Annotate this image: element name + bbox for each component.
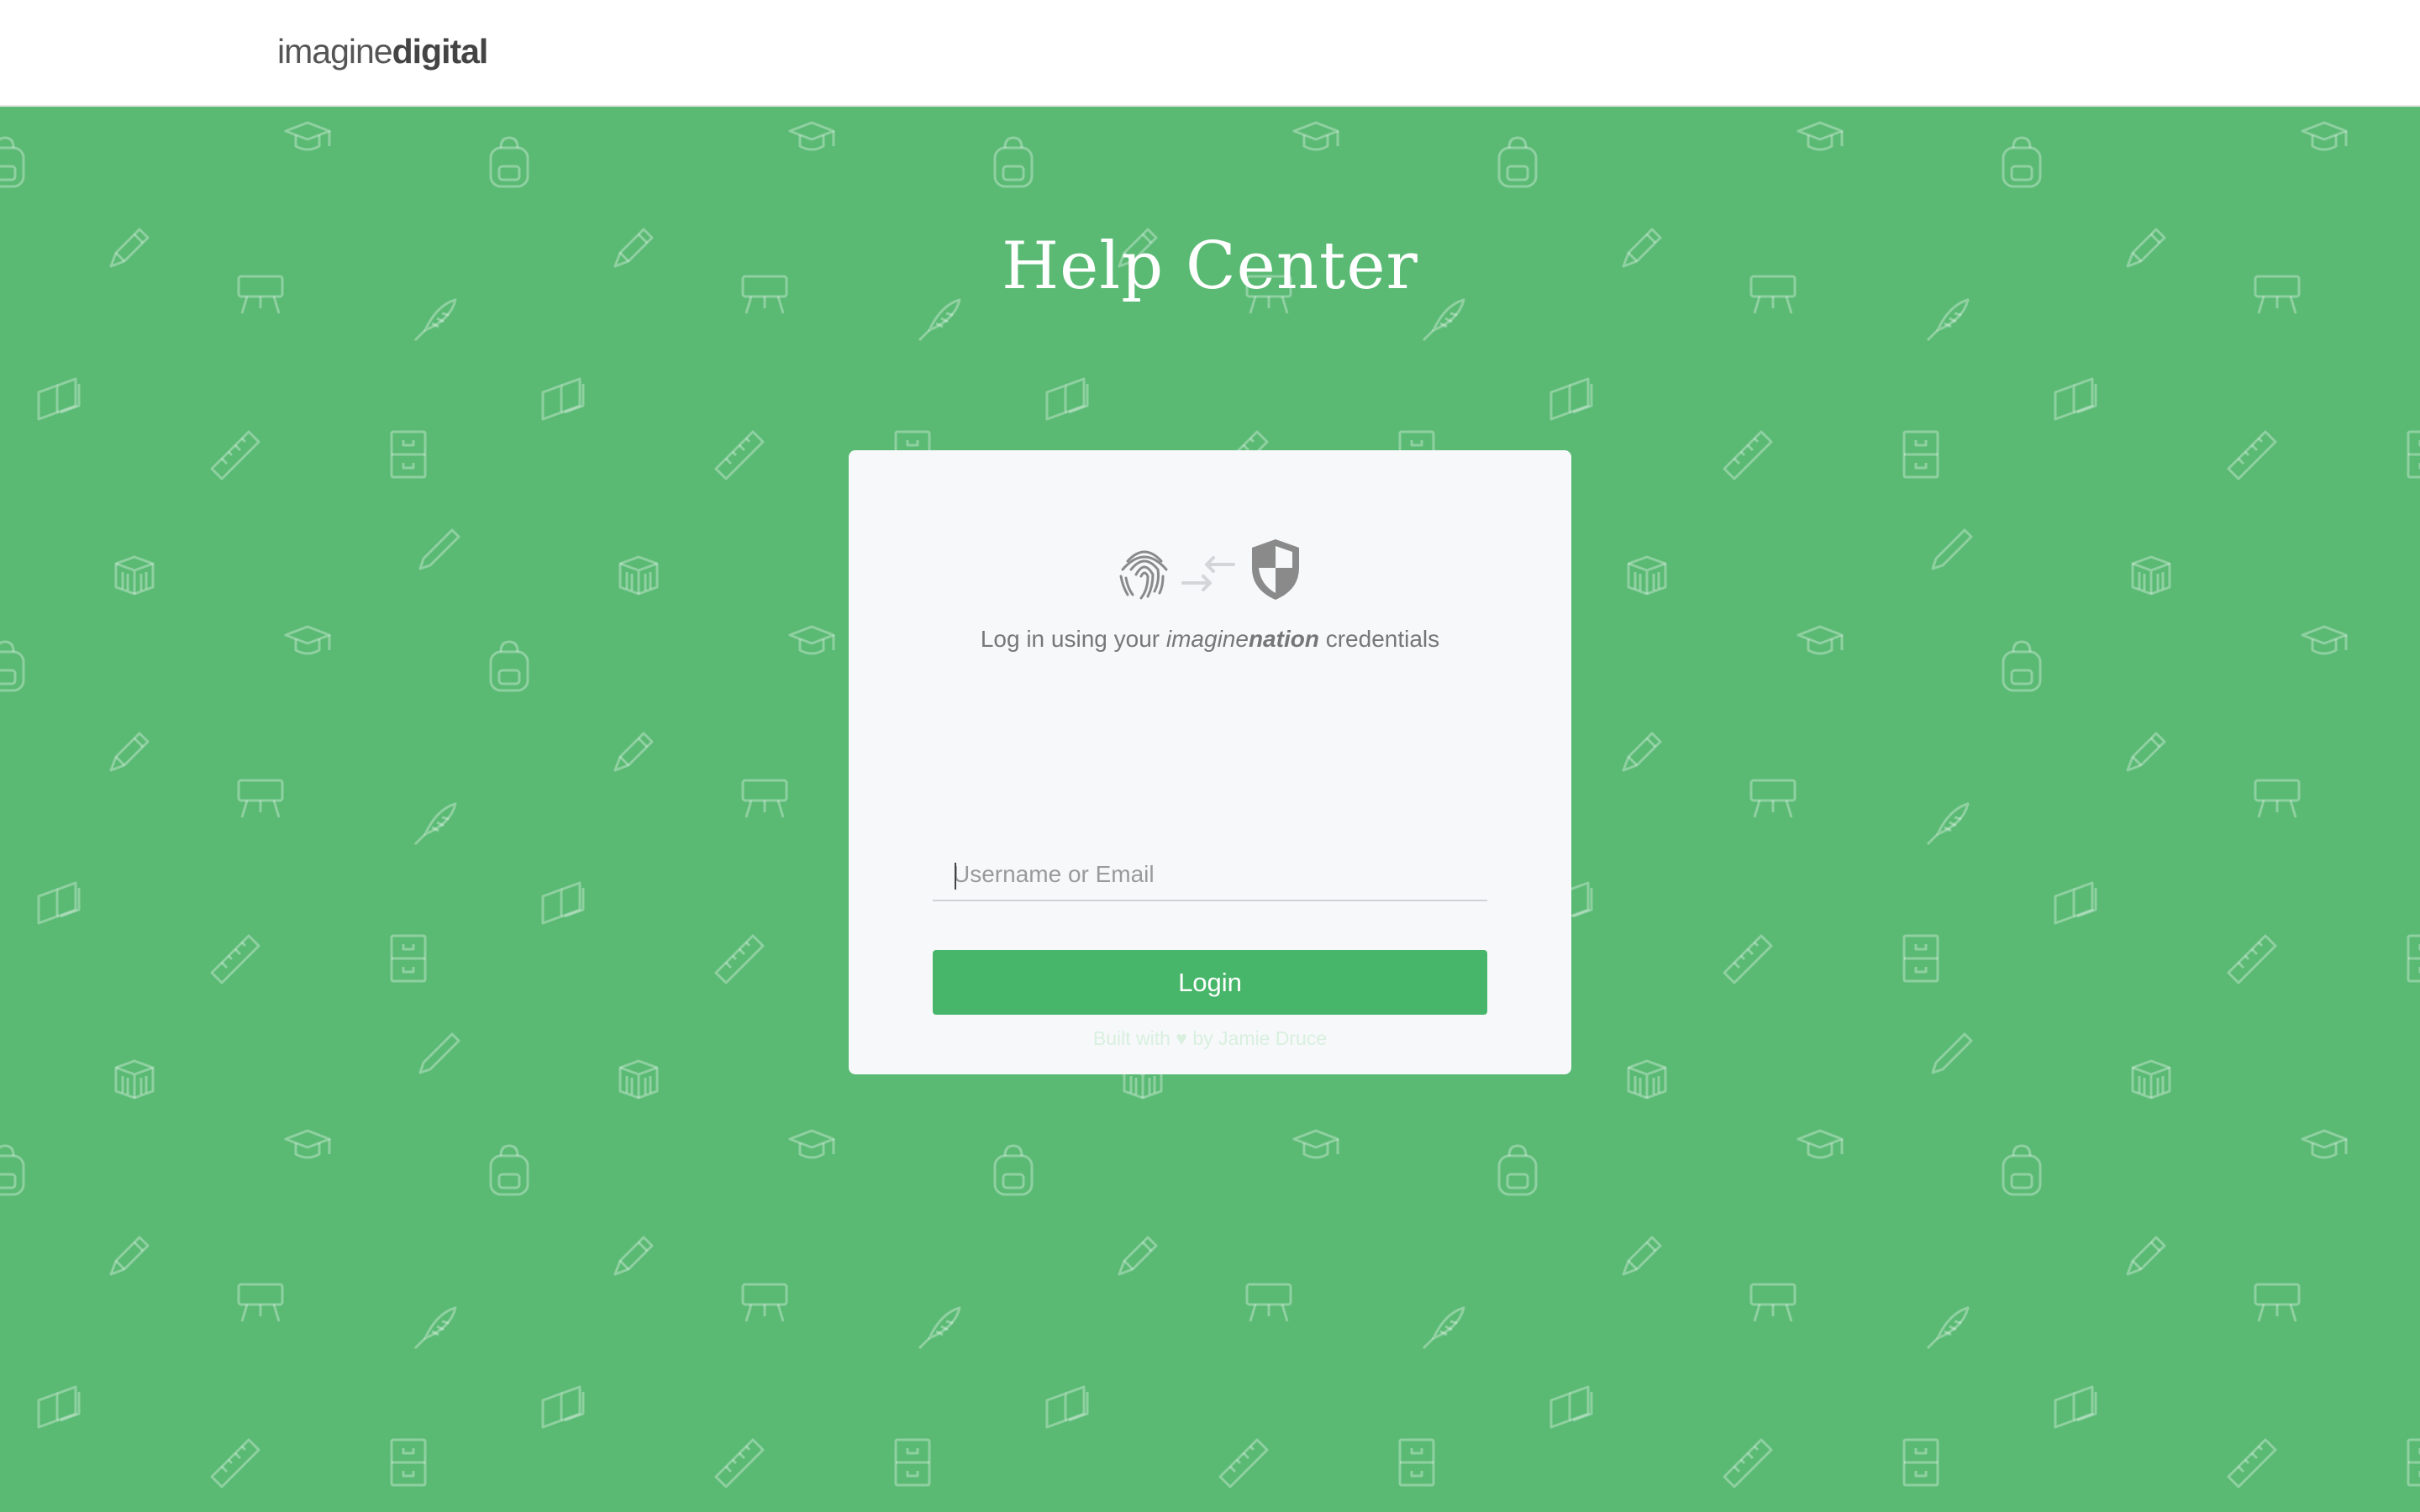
logo-light-text: imagine [277, 32, 393, 71]
logo-bold-text: digital [392, 32, 489, 71]
auth-icons [1119, 539, 1299, 600]
footer-prefix: Built with [1092, 1027, 1171, 1049]
heart-icon: ♥ [1176, 1027, 1187, 1049]
subtitle-suffix: credentials [1325, 626, 1440, 652]
shield-icon [1252, 539, 1299, 600]
username-input[interactable] [933, 849, 1487, 901]
brand-bold: nation [1248, 626, 1319, 652]
login-button[interactable]: Login [933, 950, 1487, 1015]
imaginedigital-logo[interactable]: imaginedigital [277, 32, 489, 71]
login-instruction: Log in using your imaginenation credenti… [849, 626, 1571, 653]
login-card: Log in using your imaginenation credenti… [849, 450, 1571, 1074]
top-navbar: imaginedigital [0, 0, 2420, 107]
subtitle-prefix: Log in using your [980, 626, 1160, 652]
text-cursor [955, 863, 956, 890]
page-title: Help Center [1002, 228, 1418, 304]
hero-background: Help Center Log in using your imaginenat… [0, 107, 2420, 1512]
footer-credit: Built with ♥ by Jamie Druce [0, 1027, 2420, 1050]
imaginenation-brand: imaginenation [1166, 626, 1319, 652]
fingerprint-icon [1119, 550, 1168, 600]
exchange-arrows-icon [1181, 556, 1235, 591]
footer-author-link[interactable]: by Jamie Druce [1192, 1027, 1327, 1049]
brand-light: imagine [1165, 626, 1249, 652]
